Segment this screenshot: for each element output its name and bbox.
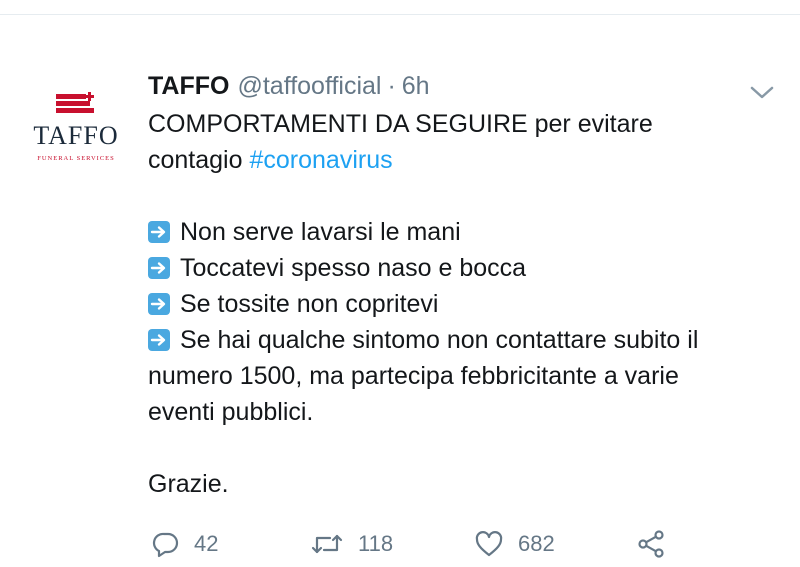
retweet-button[interactable]: 118 bbox=[310, 527, 393, 561]
bullet-text: Non serve lavarsi le mani bbox=[180, 218, 461, 246]
text-line: eventi pubblici. bbox=[148, 398, 314, 426]
text-line: COMPORTAMENTI DA SEGUIRE per evitare bbox=[148, 110, 653, 138]
display-name[interactable]: TAFFO bbox=[148, 72, 229, 101]
bullet-text: Se tossite non copritevi bbox=[180, 290, 439, 318]
right-arrow-emoji-icon bbox=[148, 329, 170, 351]
right-arrow-emoji-icon bbox=[148, 293, 170, 315]
like-count: 682 bbox=[518, 531, 555, 556]
avatar[interactable]: TAFFO FUNERAL SERVICES bbox=[28, 92, 128, 172]
right-arrow-emoji-icon bbox=[148, 257, 170, 279]
bullet-line: Se hai qualche sintomo non contattare su… bbox=[148, 322, 788, 358]
tweet-actions: 42 118 682 bbox=[152, 527, 712, 561]
user-handle[interactable]: @taffoofficial bbox=[237, 72, 381, 101]
bullet-line: Toccatevi spesso naso e bocca bbox=[148, 250, 788, 286]
text-line: numero 1500, ma partecipa febbricitante … bbox=[148, 362, 679, 390]
logo-wordmark: TAFFO bbox=[33, 121, 118, 150]
separator-dot: · bbox=[387, 72, 396, 100]
logo-subtitle: FUNERAL SERVICES bbox=[37, 155, 115, 162]
retweet-count: 118 bbox=[358, 531, 394, 556]
share-icon bbox=[638, 530, 664, 558]
bullet-text: Toccatevi spesso naso e bocca bbox=[180, 254, 527, 282]
share-button[interactable] bbox=[636, 527, 680, 561]
reply-button[interactable]: 42 bbox=[152, 527, 218, 561]
bullet-text: Se hai qualche sintomo non contattare su… bbox=[180, 326, 699, 354]
text-line: Grazie. bbox=[148, 470, 229, 498]
chevron-down-icon[interactable] bbox=[748, 82, 776, 104]
retweet-icon bbox=[311, 534, 343, 554]
bullet-line: Non serve lavarsi le mani bbox=[148, 214, 788, 250]
tweet: TAFFO @taffoofficial · 6h COMPORTAMENTI … bbox=[148, 72, 788, 502]
heart-icon bbox=[475, 531, 503, 557]
right-arrow-emoji-icon bbox=[148, 221, 170, 243]
taffo-logo: TAFFO FUNERAL SERVICES bbox=[33, 92, 118, 162]
tweet-text: COMPORTAMENTI DA SEGUIRE per evitare con… bbox=[148, 106, 788, 502]
like-button[interactable]: 682 bbox=[474, 527, 555, 561]
bullet-line: Se tossite non copritevi bbox=[148, 286, 788, 322]
timestamp[interactable]: 6h bbox=[402, 72, 430, 101]
reply-count: 42 bbox=[194, 531, 219, 556]
reply-icon bbox=[152, 532, 179, 558]
hashtag-link[interactable]: #coronavirus bbox=[249, 146, 392, 174]
tweet-header: TAFFO @taffoofficial · 6h bbox=[148, 72, 788, 106]
text-fragment: contagio bbox=[148, 146, 250, 174]
text-line: contagio #coronavirus bbox=[148, 142, 788, 178]
top-divider bbox=[0, 14, 800, 15]
